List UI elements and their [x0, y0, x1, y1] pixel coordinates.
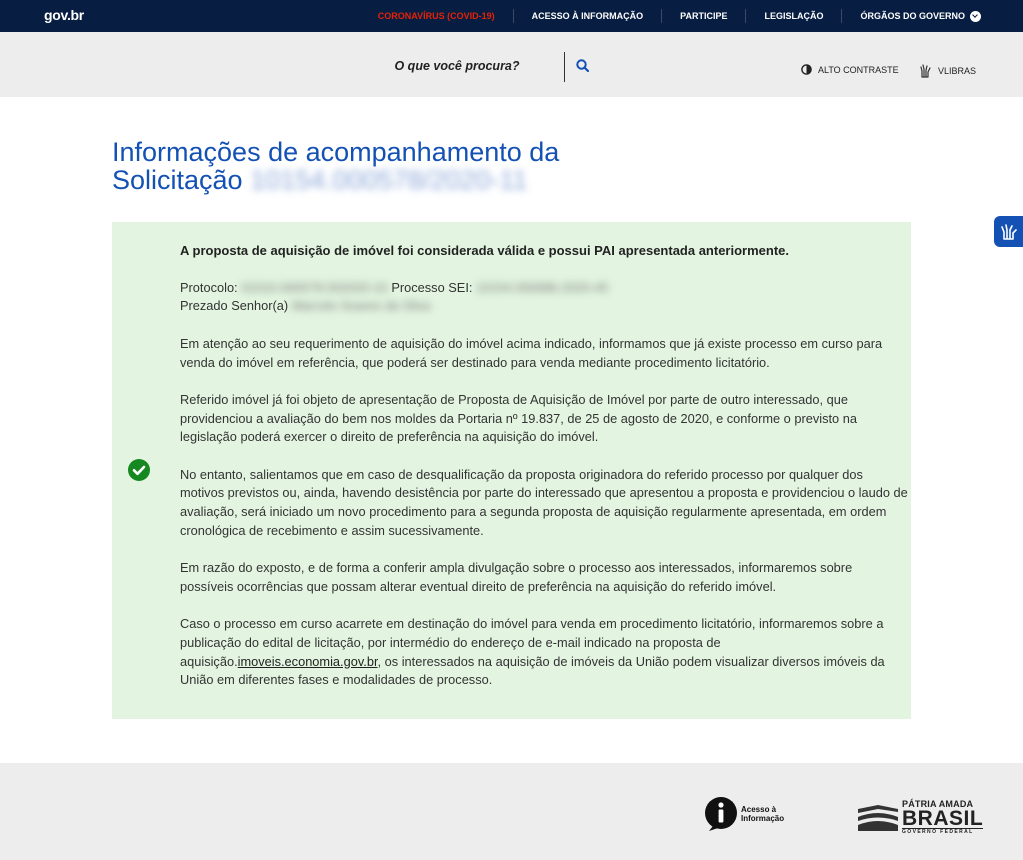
nav-legislacao[interactable]: LEGISLAÇÃO — [745, 9, 841, 23]
page-title-line2: Solicitação — [112, 165, 243, 195]
top-navigation-bar: gov.br CORONAVÍRUS (COVID-19) ACESSO À I… — [0, 0, 1023, 32]
request-number-redacted: 10154.000578/2020-11 — [250, 165, 528, 195]
footer: Acesso à Informação PÁTRIA AMADA BRASIL … — [0, 763, 1023, 860]
notice-headline: A proposta de aquisição de imóvel foi co… — [180, 243, 790, 258]
vlibras-label: VLIBRAS — [938, 66, 977, 76]
check-circle-icon — [128, 459, 150, 481]
hands-icon — [920, 64, 931, 78]
acesso-informacao-label: Acesso à Informação — [741, 805, 785, 823]
request-status-card: A proposta de aquisição de imóvel foi co… — [112, 222, 911, 719]
greeting-name: Marcelo Soares da Silva — [291, 298, 431, 314]
protocol-value: 01010.000578.002020-10 — [241, 279, 388, 295]
protocol-label: Protocolo: — [180, 279, 238, 295]
search-bar: ALTO CONTRASTE VLIBRAS — [0, 32, 1023, 97]
vlibras-button[interactable]: VLIBRAS — [920, 64, 976, 78]
nav-acesso-informacao[interactable]: ACESSO À INFORMAÇÃO — [512, 9, 662, 23]
govbr-logo[interactable]: gov.br — [44, 7, 84, 23]
search-icon[interactable] — [574, 57, 592, 75]
sei-value: 10154.000686.2020-45 — [476, 279, 609, 295]
nav-participe[interactable]: PARTICIPE — [661, 9, 745, 23]
acesso-informacao-logo[interactable]: Acesso à Informação — [704, 796, 795, 832]
sei-label: Processo SEI: — [391, 279, 473, 295]
notice-paragraph-1: Em atenção ao seu requerimento de aquisi… — [180, 335, 883, 370]
high-contrast-label: ALTO CONTRASTE — [818, 64, 899, 75]
chevron-down-icon — [970, 10, 981, 22]
info-icon — [705, 797, 737, 831]
search-box — [352, 51, 612, 82]
notice-paragraph-2: Referido imóvel já foi objeto de apresen… — [180, 391, 857, 445]
notice-paragraph-5: Caso o processo em curso acarrete em des… — [180, 615, 908, 690]
notice-paragraph-4: Em razão do exposto, e de forma a confer… — [180, 560, 853, 594]
patria-line3: GOVERNO FEDERAL — [902, 828, 984, 835]
high-contrast-button[interactable]: ALTO CONTRASTE — [801, 64, 899, 75]
page-title-line1: Informações de acompanhamento da — [112, 137, 560, 167]
protocol-block: Protocolo: 01010.000578.002020-10 Proces… — [180, 279, 908, 316]
imoveis-link[interactable]: imoveis.economia.gov.br — [238, 654, 378, 669]
notice-text: A proposta de aquisição de imóvel foi co… — [180, 242, 908, 709]
search-input[interactable] — [352, 51, 562, 81]
search-divider — [564, 52, 565, 82]
vlibras-widget-button[interactable] — [994, 216, 1023, 247]
greeting-label: Prezado Senhor(a) — [180, 298, 289, 314]
patria-amada-brasil-logo: PÁTRIA AMADA BRASIL GOVERNO FEDERAL — [856, 800, 984, 835]
notice-paragraph-3: No entanto, salientamos que em caso de d… — [180, 466, 908, 538]
nav-orgaos-do-governo[interactable]: ÓRGÃOS DO GOVERNO — [841, 9, 981, 23]
top-nav-menu: CORONAVÍRUS (COVID-19) ACESSO À INFORMAÇ… — [378, 0, 981, 32]
contrast-icon — [801, 64, 812, 75]
sign-language-icon — [1001, 223, 1017, 240]
page-title: Informações de acompanhamento da Solicit… — [112, 138, 672, 194]
nav-orgaos-label: ÓRGÃOS DO GOVERNO — [860, 11, 965, 21]
brasil-flag-icon — [858, 804, 898, 831]
patria-text: PÁTRIA AMADA BRASIL GOVERNO FEDERAL — [902, 800, 984, 835]
patria-line2: BRASIL — [902, 807, 984, 830]
nav-covid[interactable]: CORONAVÍRUS (COVID-19) — [378, 9, 513, 23]
